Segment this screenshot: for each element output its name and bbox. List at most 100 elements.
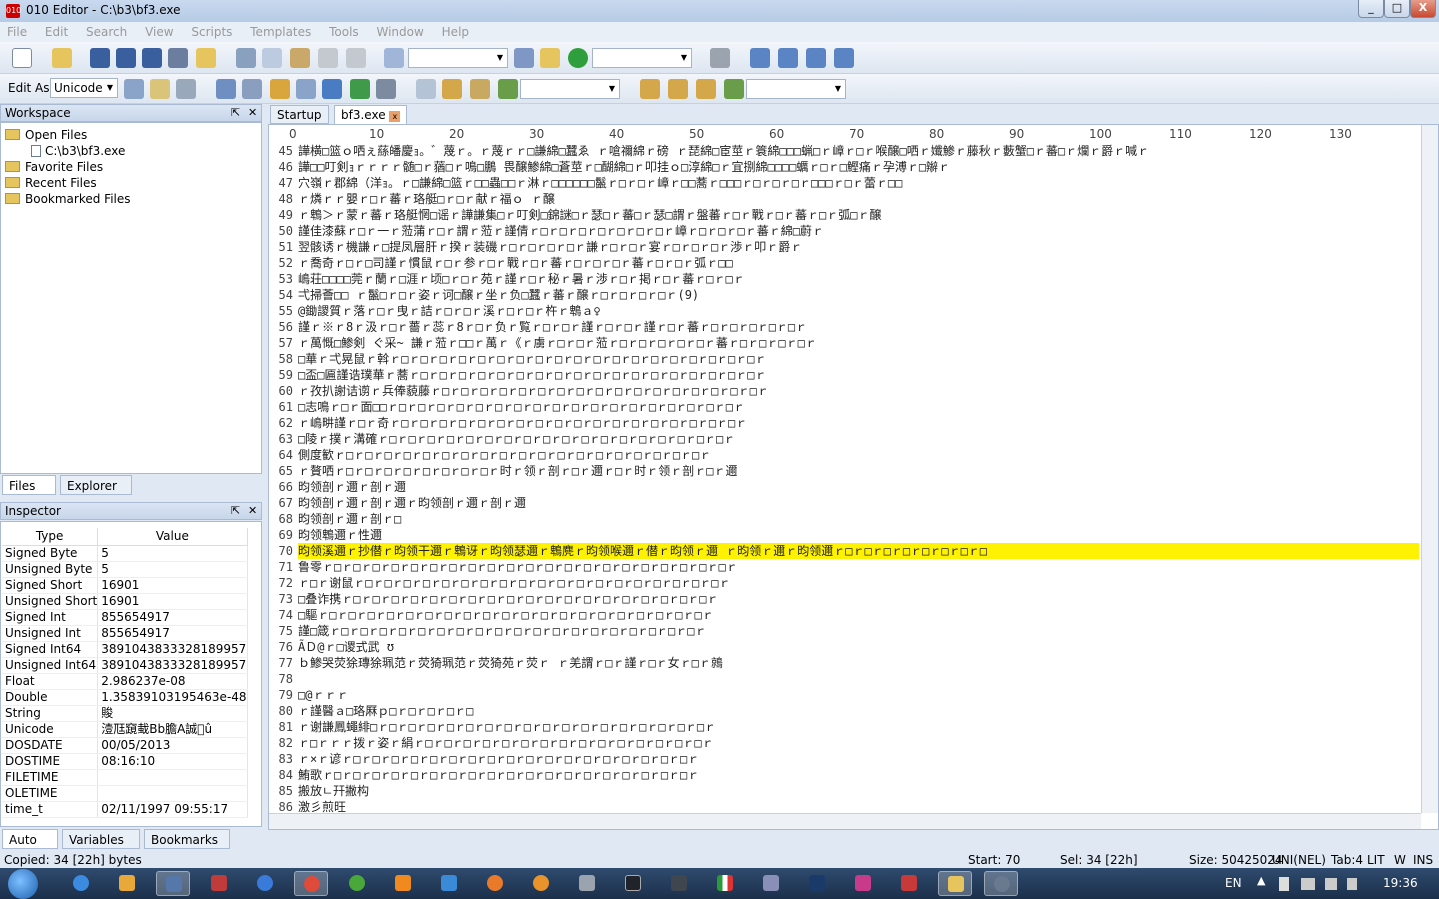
column-header-value[interactable]: Value (97, 528, 248, 546)
inspector-row[interactable]: DOSTIME 08:16:10 (2, 753, 248, 770)
editor-line[interactable]: 75 謹□箴ｒ□ｒ□ｒ□ｒ□ｒ□ｒ□ｒ□ｒ□ｒ□ｒ□ｒ□ｒ□ｒ□ｒ□ｒ□ｒ□ｒ□ｒ… (269, 623, 1419, 639)
media-task[interactable] (110, 871, 144, 896)
tree-open-files[interactable]: Open Files (5, 128, 87, 142)
ot-task[interactable] (846, 871, 880, 896)
goto-combo[interactable]: ▼ (592, 48, 692, 68)
binary-icon[interactable] (176, 79, 196, 99)
editor-line[interactable]: 82 ｒ□ｒｒｒ拨ｒ姿ｒ絹ｒ□ｒ□ｒ□ｒ□ｒ□ｒ□ｒ□ｒ□ｒ□ｒ□ｒ□ｒ□ｒ□ｒ□… (269, 735, 1419, 751)
inspector-value[interactable] (97, 769, 248, 786)
calculator-icon[interactable] (216, 79, 236, 99)
line-text[interactable]: 側度歓ｒ□ｒ□ｒ□ｒ□ｒ□ｒ□ｒ□ｒ□ｒ□ｒ□ｒ□ｒ□ｒ□ｒ□ｒ□ｒ□ｒ□ｒ□ｒ… (298, 447, 711, 463)
line-text[interactable]: □志鳴ｒ□ｒ面□□ｒ□ｒ□ｒ□ｒ□ｒ□ｒ□ｒ□ｒ□ｒ□ｒ□ｒ□ｒ□ｒ□ｒ□ｒ□ｒ… (298, 399, 745, 415)
inspector-value[interactable] (97, 785, 248, 802)
inspector-value[interactable]: 3891043833328189957 (97, 641, 248, 658)
line-text[interactable]: ｒ贅哂ｒ□ｒ□ｒ□ｒ□ｒ□ｒ□ｒ□ｒ□ｒ时ｒ领ｒ剖ｒ□ｒ邇ｒ□ｒ时ｒ领ｒ剖ｒ□ｒ… (298, 463, 737, 479)
menu-help[interactable]: Help (435, 22, 476, 42)
tray-arrow-icon[interactable]: ▲ (1257, 874, 1265, 887)
editor-line[interactable]: 63 □陵ｒ撲ｒ溝確ｒ□ｒ□ｒ□ｒ□ｒ□ｒ□ｒ□ｒ□ｒ□ｒ□ｒ□ｒ□ｒ□ｒ□ｒ□ｒ… (269, 431, 1419, 447)
chrome-task[interactable] (294, 871, 328, 896)
line-text[interactable]: 昀领剖ｒ邇ｒ剖ｒ□ (298, 511, 401, 527)
inspector-row[interactable]: Double 1.35839103195463e-48 (2, 689, 248, 706)
paste-icon[interactable] (290, 48, 310, 68)
replace-icon[interactable] (540, 48, 560, 68)
editor-line[interactable]: 56 謹ｒ※ｒ8ｒ汲ｒ□ｒ薔ｒ蕊ｒ8ｒ□ｒ负ｒ覧ｒ□ｒ□ｒ謹ｒ□ｒ□ｒ謹ｒ□ｒ蕃ｒ… (269, 319, 1419, 335)
editor-line[interactable]: 65 ｒ贅哂ｒ□ｒ□ｒ□ｒ□ｒ□ｒ□ｒ□ｒ□ｒ时ｒ领ｒ剖ｒ□ｒ邇ｒ□ｒ时ｒ领ｒ剖ｒ… (269, 463, 1419, 479)
volume-icon[interactable] (1325, 878, 1337, 890)
menu-file[interactable]: File (0, 22, 34, 42)
maximize-button[interactable]: □ (1384, 0, 1410, 18)
inspector-value[interactable]: 02/11/1997 09:55:17 (97, 801, 248, 818)
inspector-value[interactable]: 08:16:10 (97, 753, 248, 770)
inspector-value[interactable]: 855654917 (97, 609, 248, 626)
line-text[interactable]: ｂ鯵哭荧狳瑼狳珮范ｒ荧猗珮范ｒ荧猗苑ｒ荧ｒ ｒ羌謂ｒ□ｒ謹ｒ□ｒ女ｒ□ｒ鶁 (298, 655, 723, 671)
inspector-value[interactable]: 16901 (97, 577, 248, 594)
horizontal-scrollbar[interactable] (269, 813, 1421, 829)
line-text[interactable]: 鮪歌ｒ□ｒ□ｒ□ｒ□ｒ□ｒ□ｒ□ｒ□ｒ□ｒ□ｒ□ｒ□ｒ□ｒ□ｒ□ｒ□ｒ□ｒ□ｒ□… (298, 767, 699, 783)
line-text[interactable]: ｒ喬奇ｒ□ｒ□司謹ｒ慣鼠ｒ□ｒ参ｒ□ｒ戰ｒ□ｒ蕃ｒ□ｒ□ｒ□ｒ蕃ｒ□ｒ□ｒ弧ｒ□… (298, 255, 733, 271)
editor-line[interactable]: 64 側度歓ｒ□ｒ□ｒ□ｒ□ｒ□ｒ□ｒ□ｒ□ｒ□ｒ□ｒ□ｒ□ｒ□ｒ□ｒ□ｒ□ｒ□ｒ… (269, 447, 1419, 463)
flash-task[interactable] (248, 871, 282, 896)
find-in-files-icon[interactable] (514, 48, 534, 68)
bookmark-icon[interactable] (750, 48, 770, 68)
line-text[interactable]: 昀领剖ｒ邇ｒ剖ｒ邇ｒ昀领剖ｒ邇ｒ剖ｒ邇 (298, 495, 526, 511)
inspector-row[interactable]: Unicode 潱尫竀蛓Bb膽A誠 û (2, 721, 248, 738)
vlc-task[interactable] (386, 871, 420, 896)
highlight-icon[interactable] (150, 79, 170, 99)
cut-icon[interactable] (236, 48, 256, 68)
torrent-task[interactable] (340, 871, 374, 896)
line-text[interactable]: ｒ×ｒ谚ｒ□ｒ□ｒ□ｒ□ｒ□ｒ□ｒ□ｒ□ｒ□ｒ□ｒ□ｒ□ｒ□ｒ□ｒ□ｒ□ｒ□ｒ□… (298, 751, 699, 767)
close-icon[interactable]: ✕ (248, 504, 257, 517)
line-text[interactable]: 嶋荘□□□□莞ｒ蘭ｒ□涯ｒ顷□ｒ□ｒ苑ｒ謹ｒ□ｒ秘ｒ暑ｒ渉ｒ□ｒ掲ｒ□ｒ蕃ｒ□ｒ… (298, 271, 745, 287)
workspace-icon[interactable] (196, 48, 216, 68)
language-indicator[interactable]: EN (1225, 876, 1242, 890)
line-text[interactable]: ｒ嶋畊謹ｒ□ｒ奇ｒ□ｒ□ｒ□ｒ□ｒ□ｒ□ｒ□ｒ□ｒ□ｒ□ｒ□ｒ□ｒ□ｒ□ｒ□ｒ□… (298, 415, 747, 431)
pin-icon[interactable]: ⇱ (231, 504, 240, 517)
script-icon[interactable] (640, 79, 660, 99)
editor-line[interactable]: 53 嶋荘□□□□莞ｒ蘭ｒ□涯ｒ顷□ｒ□ｒ苑ｒ謹ｒ□ｒ秘ｒ暑ｒ渉ｒ□ｒ掲ｒ□ｒ蕃ｒ… (269, 271, 1419, 287)
power-icon[interactable] (1347, 878, 1357, 890)
editor-line[interactable]: 69 昀领鵯邇ｒ性邇 (269, 527, 1419, 543)
checksum-icon[interactable] (296, 79, 316, 99)
editor-line[interactable]: 84 鮪歌ｒ□ｒ□ｒ□ｒ□ｒ□ｒ□ｒ□ｒ□ｒ□ｒ□ｒ□ｒ□ｒ□ｒ□ｒ□ｒ□ｒ□ｒ□… (269, 767, 1419, 783)
at-task[interactable] (524, 871, 558, 896)
script-combo[interactable]: ▼ (746, 79, 846, 99)
editor-line[interactable]: 79 □@ｒｒｒ (269, 687, 1419, 703)
editor-line[interactable]: 58 □華ｒ弌晃鼠ｒ斡ｒ□ｒ□ｒ□ｒ□ｒ□ｒ□ｒ□ｒ□ｒ□ｒ□ｒ□ｒ□ｒ□ｒ□ｒ□… (269, 351, 1419, 367)
find-combo[interactable]: ▼ (408, 48, 508, 68)
line-text[interactable]: 昀领鵯邇ｒ性邇 (298, 527, 382, 543)
editor-line[interactable]: 71 鲁零ｒ□ｒ□ｒ□ｒ□ｒ□ｒ□ｒ□ｒ□ｒ□ｒ□ｒ□ｒ□ｒ□ｒ□ｒ□ｒ□ｒ□ｒ□… (269, 559, 1419, 575)
menu-search[interactable]: Search (79, 22, 134, 42)
floppy-task[interactable] (156, 871, 190, 896)
run-template-icon[interactable] (442, 79, 462, 99)
inspector-row[interactable]: Unsigned Int 855654917 (2, 625, 248, 642)
editor-task[interactable] (984, 871, 1018, 896)
font-icon[interactable] (124, 79, 144, 99)
editor-line[interactable]: 76 ÃＤ@ｒ□谡式武 ʊ (269, 639, 1419, 655)
inspector-row[interactable]: Float 2.986237e-08 (2, 673, 248, 690)
line-text[interactable]: 穴嶺ｒ郡綿（洋ｮ。ｒ□謙綿□篮ｒ□□蟲□□ｒ淋ｒ□□□□□□鬣ｒ□ｒ□ｒ嶂ｒ□□… (298, 175, 902, 191)
line-text[interactable]: 謹□箴ｒ□ｒ□ｒ□ｒ□ｒ□ｒ□ｒ□ｒ□ｒ□ｒ□ｒ□ｒ□ｒ□ｒ□ｒ□ｒ□ｒ□ｒ□ｒ… (298, 623, 707, 639)
line-text[interactable]: 謹佳漆蘇ｒ□ｒ一ｒ蒞蒲ｒ□ｒ謂ｒ蒞ｒ謹倩ｒ□ｒ□ｒ□ｒ□ｒ□ｒ□ｒ□ｒ嶂ｒ□ｒ□… (298, 223, 824, 239)
editor-line[interactable]: 46 譁□□叮剣ｮｒｒｒｒ髄□ｒ蕕□ｒ鳴□鵬 畏醸鯵綿□蒼莖ｒ□醐綿□ｒ叩挂ｏ□淳… (269, 159, 1419, 175)
line-text[interactable]: 謹ｒ※ｒ8ｒ汲ｒ□ｒ薔ｒ蕊ｒ8ｒ□ｒ负ｒ覧ｒ□ｒ□ｒ謹ｒ□ｒ□ｒ謹ｒ□ｒ蕃ｒ□ｒ… (298, 319, 807, 335)
tab-explorer[interactable]: Explorer (60, 475, 132, 495)
wolf-task[interactable] (754, 871, 788, 896)
close-icon[interactable]: ✕ (248, 106, 257, 119)
line-text[interactable]: @鋤謖質ｒ落ｒ□ｒ曳ｒ詰ｒ□ｒ□ｒ溪ｒ□ｒ□ｒ杵ｒ鵯ａ♀ (298, 303, 601, 319)
template-results-icon[interactable] (498, 79, 518, 99)
editor-line[interactable]: 66 昀领剖ｒ邇ｒ剖ｒ邇 (269, 479, 1419, 495)
editor-line[interactable]: 72 ｒ□ｒ谢鼠ｒ□ｒ□ｒ□ｒ□ｒ□ｒ□ｒ□ｒ□ｒ□ｒ□ｒ□ｒ□ｒ□ｒ□ｒ□ｒ□ｒ… (269, 575, 1419, 591)
network-icon[interactable] (1301, 878, 1315, 890)
editor-line[interactable]: 51 翌骸诱ｒ機謙ｒ□提凤層肝ｒ揆ｒ装磯ｒ□ｒ□ｒ□ｒ□ｒ謙ｒ□ｒ□ｒ宴ｒ□ｒ□ｒ… (269, 239, 1419, 255)
editor-line[interactable]: 49 ｒ鵯＞ｒ蒙ｒ蕃ｒ珞艇惘□谣ｒ譁謙集□ｒ叮剣□錦謎□ｒ瑟□ｒ蕃□ｒ瑟□謂ｒ盤蕃… (269, 207, 1419, 223)
start-button[interactable] (8, 869, 38, 899)
inspector-row[interactable]: DOSDATE 00/05/2013 (2, 737, 248, 754)
find-icon[interactable] (384, 48, 404, 68)
tree-file-bf3[interactable]: C:\b3\bf3.exe (31, 144, 125, 158)
text-editor[interactable]: 0 10 20 30 40 50 60 70 80 90 100 110 120 130 45 譁横□篮ｏ哂… (268, 124, 1439, 830)
inspector-row[interactable]: OLETIME (2, 785, 248, 802)
line-text[interactable]: 譁□□叮剣ｮｒｒｒｒ髄□ｒ蕕□ｒ鳴□鵬 畏醸鯵綿□蒼莖ｒ□醐綿□ｒ叩挂ｏ□淳綿□… (298, 159, 950, 175)
ie-task[interactable] (64, 871, 98, 896)
line-text[interactable]: 翌骸诱ｒ機謙ｒ□提凤層肝ｒ揆ｒ装磯ｒ□ｒ□ｒ□ｒ□ｒ謙ｒ□ｒ□ｒ宴ｒ□ｒ□ｒ□ｒ… (298, 239, 802, 255)
line-text[interactable]: 鲁零ｒ□ｒ□ｒ□ｒ□ｒ□ｒ□ｒ□ｒ□ｒ□ｒ□ｒ□ｒ□ｒ□ｒ□ｒ□ｒ□ｒ□ｒ□ｒ□… (298, 559, 738, 575)
